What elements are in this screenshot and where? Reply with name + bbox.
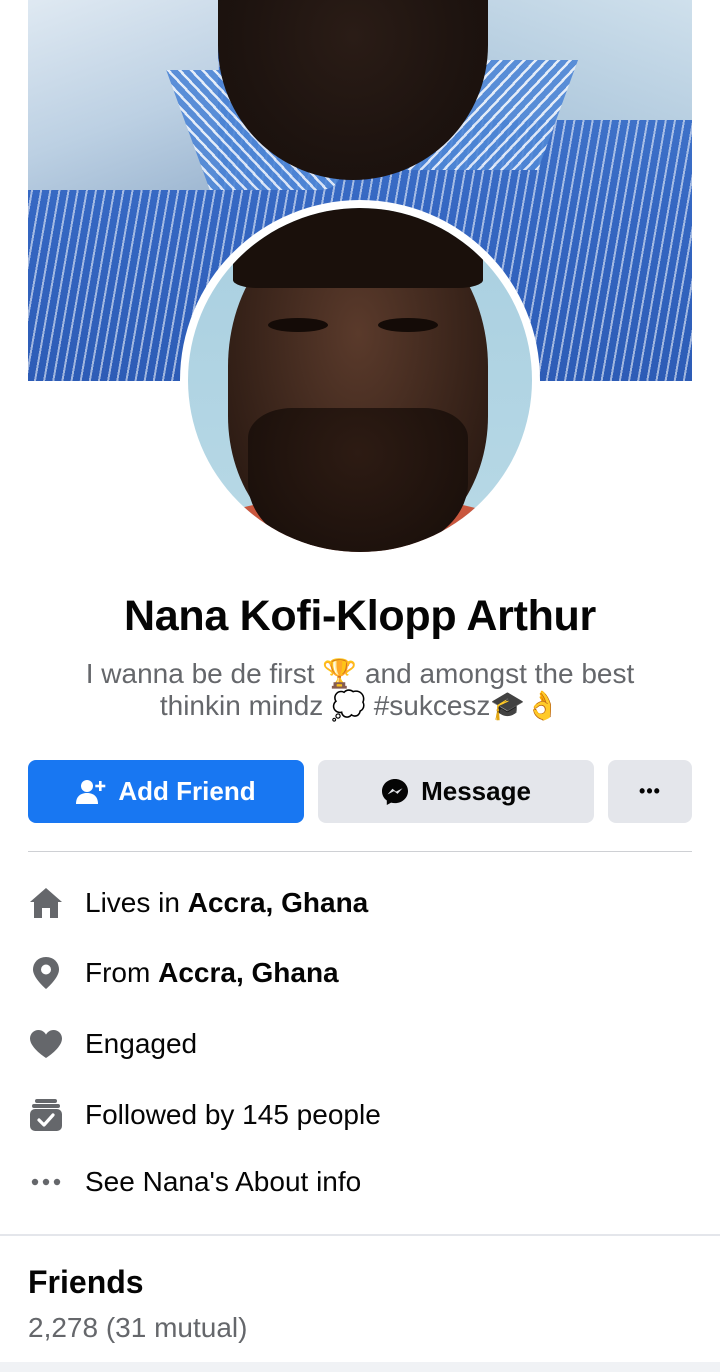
profile-name: Nana Kofi-Klopp Arthur: [124, 592, 596, 640]
add-friend-button[interactable]: Add Friend: [28, 760, 304, 823]
from-text: From Accra, Ghana: [85, 957, 339, 989]
info-relationship: Engaged: [28, 1024, 692, 1064]
info-followers: Followed by 145 people: [28, 1095, 692, 1135]
from-city[interactable]: Accra, Ghana: [158, 957, 339, 988]
dots-icon: [28, 1164, 64, 1200]
message-label: Message: [421, 776, 531, 806]
add-person-icon: [76, 778, 106, 806]
bottom-strip: [0, 1362, 720, 1372]
about-link-label[interactable]: See Nana's About info: [85, 1166, 361, 1198]
divider: [28, 851, 692, 852]
more-icon: •••: [639, 781, 661, 801]
friends-count: 2,278 (31 mutual): [28, 1312, 248, 1343]
info-lives-in: Lives in Accra, Ghana: [28, 883, 692, 923]
add-friend-label: Add Friend: [118, 776, 256, 806]
profile-picture-image: [188, 208, 532, 552]
heart-icon: [28, 1026, 64, 1062]
avatar-beard: [248, 408, 468, 552]
relationship-status: Engaged: [85, 1028, 198, 1059]
lives-prefix: Lives in: [85, 887, 188, 918]
followers-count: Followed by 145 people: [85, 1099, 381, 1130]
info-about-link[interactable]: See Nana's About info: [28, 1162, 692, 1202]
avatar-eye-left: [268, 318, 328, 332]
avatar-eye-right: [378, 318, 438, 332]
profile-bio: I wanna be de first 🏆 and amongst the be…: [60, 658, 660, 722]
message-button[interactable]: Message: [318, 760, 594, 823]
profile-picture[interactable]: [180, 200, 540, 560]
location-pin-icon: [28, 955, 64, 991]
info-from: From Accra, Ghana: [28, 953, 692, 993]
section-separator: [0, 1234, 720, 1236]
messenger-icon: [381, 778, 409, 806]
more-options-button[interactable]: •••: [608, 760, 692, 823]
lives-in-text: Lives in Accra, Ghana: [85, 887, 368, 919]
friends-heading[interactable]: Friends: [28, 1264, 144, 1301]
bio-line-2: thinkin mindz 💭 #sukcesz🎓👌: [159, 690, 561, 721]
from-prefix: From: [85, 957, 159, 988]
bio-line-1: I wanna be de first 🏆 and amongst the be…: [85, 658, 635, 689]
avatar-hair: [233, 208, 483, 288]
home-icon: [28, 885, 64, 921]
lives-in-city[interactable]: Accra, Ghana: [188, 887, 369, 918]
profile-page: Nana Kofi-Klopp Arthur I wanna be de fir…: [0, 0, 720, 1372]
followers-icon: [28, 1097, 64, 1133]
